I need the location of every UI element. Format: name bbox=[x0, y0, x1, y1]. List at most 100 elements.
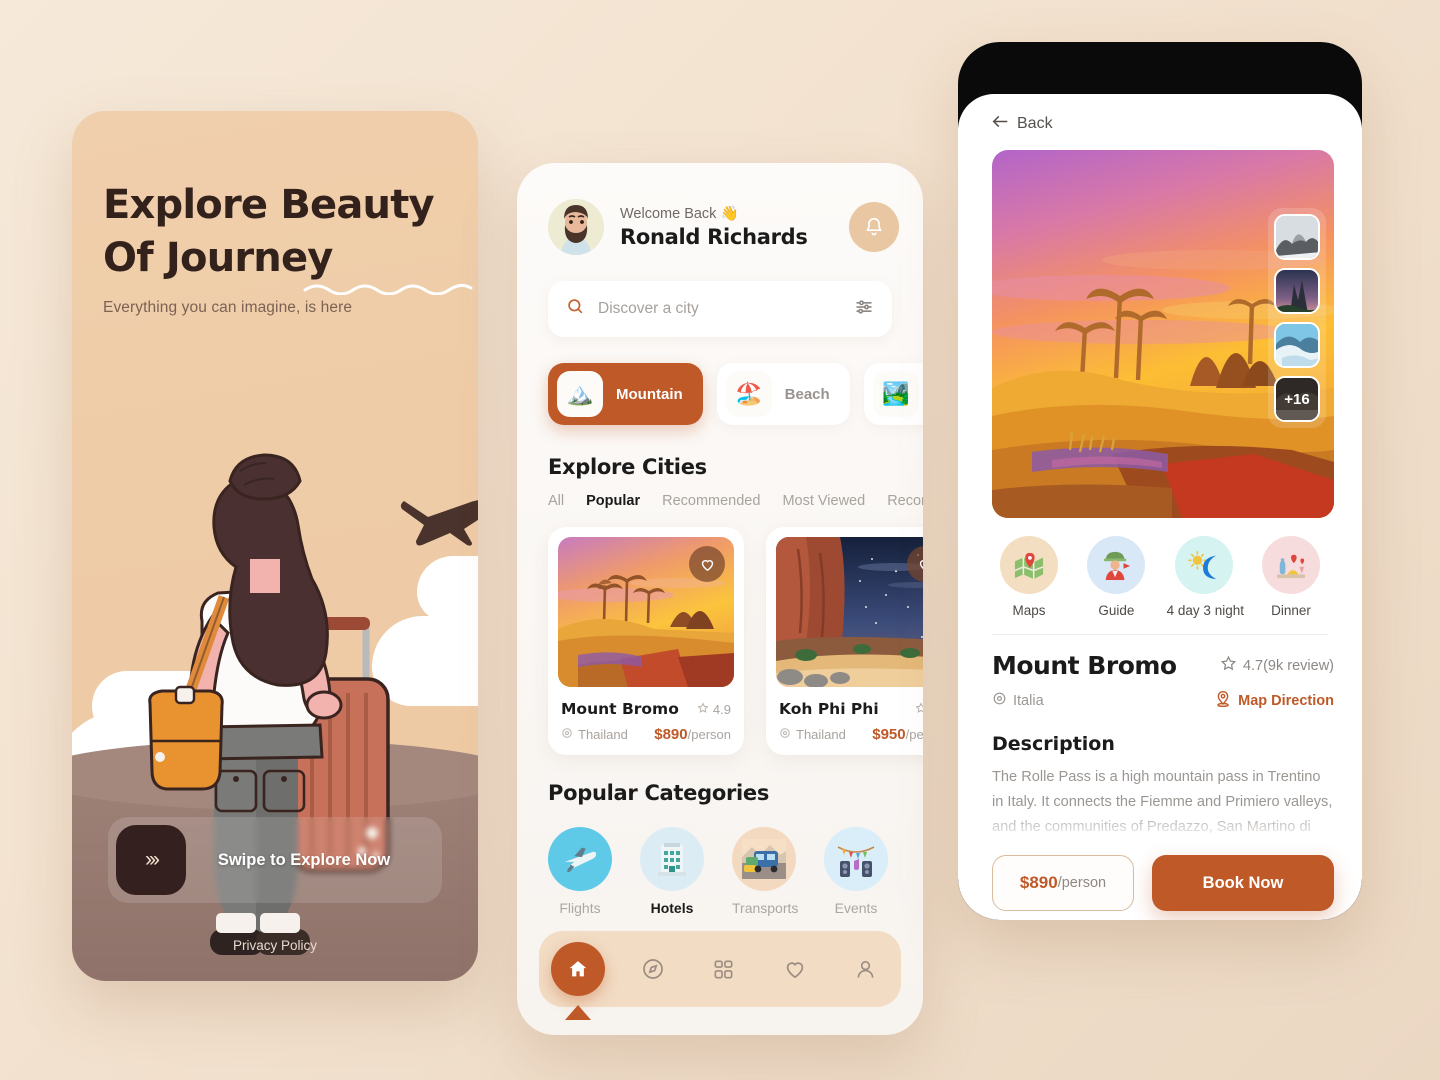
feature-maps[interactable]: Maps bbox=[992, 536, 1066, 618]
feature-duration[interactable]: 4 day 3 night bbox=[1166, 536, 1244, 618]
thumbnail-glacier[interactable] bbox=[1274, 322, 1320, 368]
hotel-icon bbox=[640, 827, 704, 891]
city-card-koh-phi-phi[interactable]: Koh Phi Phi 4.8 bbox=[766, 527, 923, 755]
location-pin-icon bbox=[561, 727, 573, 742]
price-unit: /person bbox=[1057, 875, 1107, 891]
feature-guide[interactable]: Guide bbox=[1079, 536, 1153, 618]
description-body: The Rolle Pass is a high mountain pass i… bbox=[992, 769, 1333, 836]
popular-categories-title: Popular Categories bbox=[548, 781, 770, 805]
nav-active-caret bbox=[565, 1005, 592, 1020]
tab-recommended[interactable]: Recommended bbox=[662, 493, 760, 509]
chip-beach[interactable]: 🏖️ Beach bbox=[716, 363, 850, 425]
tab-all[interactable]: All bbox=[548, 493, 564, 509]
city-rating: 4.9 bbox=[697, 702, 731, 717]
city-price: $890/person bbox=[654, 726, 731, 743]
star-icon bbox=[915, 701, 923, 717]
hero-image[interactable]: +16 bbox=[992, 150, 1334, 518]
nav-explore[interactable] bbox=[630, 946, 676, 992]
dinner-icon bbox=[1261, 536, 1320, 594]
category-label: Events bbox=[834, 900, 878, 916]
city-card-row[interactable]: Mount Bromo 4.9 Thailand $890/person Koh… bbox=[548, 527, 923, 755]
book-now-button[interactable]: Book Now bbox=[1152, 855, 1334, 911]
city-card-header: Koh Phi Phi 4.8 bbox=[779, 700, 923, 718]
onboarding-phone: Explore Beauty Of Journey Everything you… bbox=[72, 111, 478, 981]
star-icon bbox=[1220, 655, 1237, 676]
detail-location-row: Italia Map Direction bbox=[958, 680, 1362, 711]
explore-cities-title: Explore Cities bbox=[548, 455, 707, 479]
detail-screen: Back +16 Maps Guide 4 day 3 night Dinner… bbox=[958, 94, 1362, 920]
nav-categories[interactable] bbox=[701, 946, 747, 992]
map-direction-button[interactable]: Map Direction bbox=[1215, 690, 1334, 711]
bus-icon bbox=[732, 827, 796, 891]
heart-icon[interactable] bbox=[689, 546, 725, 582]
filter-sliders-icon[interactable] bbox=[854, 297, 874, 322]
avatar[interactable] bbox=[548, 199, 604, 255]
map-direction-pin-icon bbox=[1215, 690, 1231, 711]
tab-popular[interactable]: Popular bbox=[586, 493, 640, 509]
country-label: Thailand bbox=[578, 727, 628, 742]
city-location: Thailand bbox=[779, 727, 872, 742]
detail-footer[interactable]: $890/person Book Now bbox=[958, 841, 1362, 911]
city-name: Koh Phi Phi bbox=[779, 700, 879, 718]
chip-label: Mountain bbox=[616, 385, 683, 403]
chip-mountain[interactable]: 🏔️ Mountain bbox=[548, 363, 703, 425]
category-transports[interactable]: Transports bbox=[732, 827, 799, 916]
country-label: Thailand bbox=[796, 727, 846, 742]
chip-park[interactable]: 🏞️ Park bbox=[863, 363, 923, 425]
feature-row[interactable]: Maps Guide 4 day 3 night Dinner bbox=[958, 518, 1362, 618]
price-value: $950 bbox=[872, 726, 906, 743]
category-hotels[interactable]: Hotels bbox=[640, 827, 704, 916]
welcome-label: Welcome Back bbox=[620, 206, 717, 222]
category-chip-row[interactable]: 🏔️ Mountain 🏖️ Beach 🏞️ Park bbox=[517, 337, 923, 425]
category-flights[interactable]: Flights bbox=[548, 827, 612, 916]
thumbnail-strip[interactable]: +16 bbox=[1268, 208, 1326, 428]
bottom-nav[interactable] bbox=[539, 931, 901, 1020]
feature-label: Maps bbox=[1012, 603, 1046, 618]
swipe-to-explore-panel[interactable]: ››› Swipe to Explore Now bbox=[108, 817, 442, 903]
phone-notch bbox=[1065, 42, 1255, 72]
location-pin-icon bbox=[992, 691, 1007, 710]
privacy-policy-link[interactable]: Privacy Policy bbox=[72, 938, 478, 953]
city-image bbox=[776, 537, 923, 687]
location-label: Italia bbox=[1013, 692, 1044, 709]
beach-icon: 🏖️ bbox=[725, 371, 772, 417]
city-card-meta: Thailand $950/person bbox=[779, 726, 923, 743]
map-direction-label: Map Direction bbox=[1238, 692, 1334, 709]
search-bar[interactable]: Discover a city bbox=[548, 281, 892, 337]
thumbnail-more[interactable]: +16 bbox=[1274, 376, 1320, 422]
city-card-header: Mount Bromo 4.9 bbox=[561, 700, 731, 718]
map-icon bbox=[1000, 536, 1058, 594]
rating-value: 4.7(9k review) bbox=[1242, 657, 1334, 674]
category-events[interactable]: Events bbox=[824, 827, 888, 916]
thumbnail-rock-spire[interactable] bbox=[1274, 268, 1320, 314]
explore-tabs[interactable]: All Popular Recommended Most Viewed Reco… bbox=[548, 493, 923, 509]
bell-icon[interactable] bbox=[849, 202, 899, 252]
search-input[interactable]: Discover a city bbox=[598, 300, 854, 318]
nav-favorites[interactable] bbox=[772, 946, 818, 992]
popular-categories-row[interactable]: Flights Hotels Transports Events bbox=[548, 827, 923, 916]
location-block: Italia bbox=[992, 691, 1215, 710]
thumbnail-snow-peak[interactable] bbox=[1274, 214, 1320, 260]
city-price: $950/person bbox=[872, 726, 923, 743]
home-header: Welcome Back 👋 Ronald Richards bbox=[517, 163, 923, 255]
nav-profile[interactable] bbox=[843, 946, 889, 992]
city-card-meta: Thailand $890/person bbox=[561, 726, 731, 743]
feature-dinner[interactable]: Dinner bbox=[1254, 536, 1328, 618]
chevrons-right-icon[interactable]: ››› bbox=[116, 825, 186, 895]
detail-title-row: Mount Bromo 4.7(9k review) bbox=[958, 635, 1362, 680]
description-title: Description bbox=[992, 733, 1115, 755]
back-button[interactable]: Back bbox=[958, 94, 1362, 134]
city-location: Thailand bbox=[561, 727, 654, 742]
more-photos-count: +16 bbox=[1276, 378, 1318, 420]
underline-squiggle bbox=[303, 283, 473, 295]
page-title: Explore Beauty Of Journey bbox=[103, 182, 435, 282]
city-name: Mount Bromo bbox=[561, 700, 679, 718]
category-label: Transports bbox=[732, 900, 799, 916]
tab-recommended-2[interactable]: Recommended bbox=[887, 493, 923, 509]
nav-home[interactable] bbox=[551, 942, 606, 1020]
city-card-mount-bromo[interactable]: Mount Bromo 4.9 Thailand $890/person bbox=[548, 527, 744, 755]
back-label: Back bbox=[1017, 115, 1053, 132]
tab-most-viewed[interactable]: Most Viewed bbox=[782, 493, 865, 509]
city-image bbox=[558, 537, 734, 687]
feature-label: 4 day 3 night bbox=[1166, 603, 1244, 618]
